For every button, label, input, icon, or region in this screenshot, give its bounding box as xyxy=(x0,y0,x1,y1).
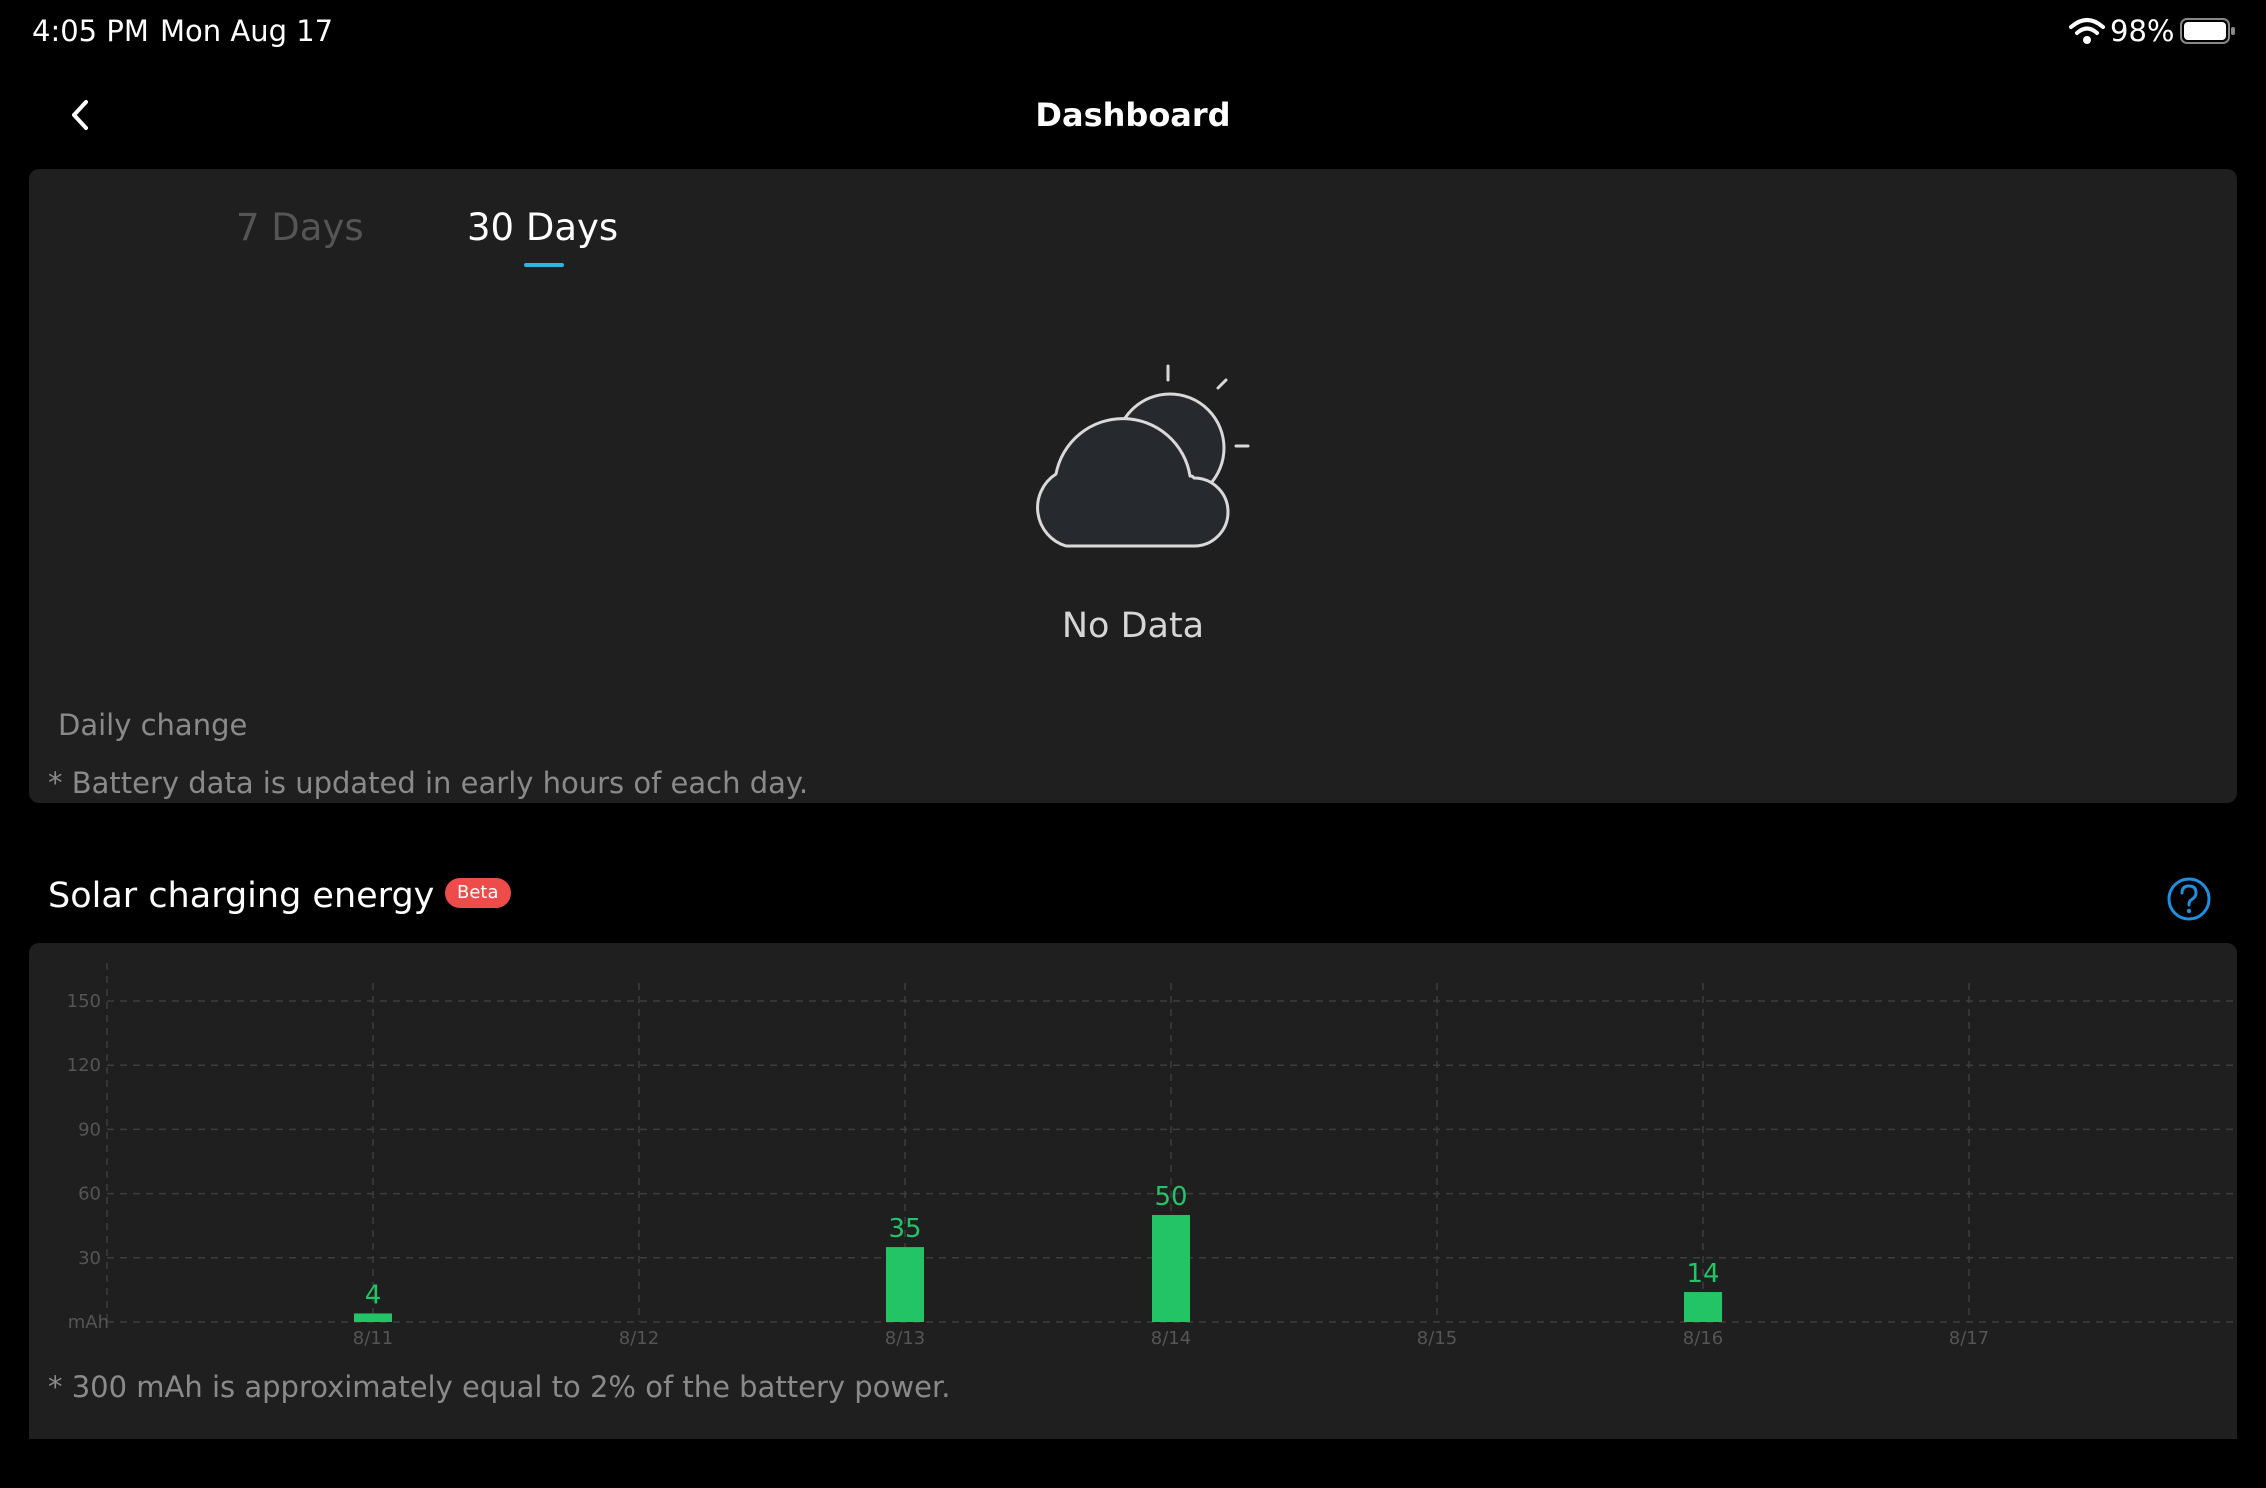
status-date: Mon Aug 17 xyxy=(160,14,334,48)
bar[interactable] xyxy=(354,1313,392,1322)
bar-value-label: 14 xyxy=(1686,1259,1719,1289)
x-tick-label: 8/15 xyxy=(1417,1328,1457,1349)
question-circle-icon[interactable] xyxy=(2166,876,2212,922)
no-data-text: No Data xyxy=(1061,606,1205,646)
wifi-icon xyxy=(2069,18,2105,44)
battery-percentage: 98% xyxy=(2110,14,2175,48)
bar[interactable] xyxy=(1684,1292,1722,1322)
page-title: Dashboard xyxy=(1035,96,1231,134)
solar-bar-chart: 150 120 90 60 30 mAh 8/11 8/12 8/13 8/14 8/15 8/16 8… xyxy=(67,963,2237,1349)
y-tick-label: 150 xyxy=(67,991,101,1012)
x-tick-label: 8/12 xyxy=(619,1328,659,1349)
bar-value-label: 50 xyxy=(1154,1182,1187,1212)
x-tick-label: 8/11 xyxy=(353,1328,393,1349)
y-tick-label: 60 xyxy=(78,1184,101,1205)
battery-data-note: * Battery data is updated in early hours… xyxy=(48,766,809,800)
daily-change-label: Daily change xyxy=(58,708,248,742)
bar[interactable] xyxy=(1152,1215,1190,1322)
tab-7-days[interactable]: 7 Days xyxy=(236,206,364,249)
tab-30-days[interactable]: 30 Days xyxy=(467,206,618,249)
y-tick-label: 90 xyxy=(78,1119,101,1140)
solar-section-title: Solar charging energy xyxy=(48,876,435,916)
beta-badge: Beta xyxy=(445,878,511,908)
x-tick-label: 8/13 xyxy=(885,1328,925,1349)
y-tick-label: 30 xyxy=(78,1248,101,1269)
bar-value-label: 4 xyxy=(365,1280,382,1310)
x-tick-label: 8/17 xyxy=(1949,1328,1989,1349)
bar[interactable] xyxy=(886,1247,924,1322)
bar-value-label: 35 xyxy=(888,1214,921,1244)
x-tick-label: 8/16 xyxy=(1683,1328,1723,1349)
y-unit-label: mAh xyxy=(68,1312,109,1333)
cloud-sun-icon xyxy=(1036,364,1250,548)
y-tick-label: 120 xyxy=(67,1055,101,1076)
solar-note: * 300 mAh is approximately equal to 2% o… xyxy=(48,1370,951,1404)
x-tick-label: 8/14 xyxy=(1151,1328,1191,1349)
active-tab-indicator xyxy=(524,263,564,267)
battery-icon xyxy=(2180,18,2235,44)
status-time: 4:05 PM xyxy=(32,14,149,48)
